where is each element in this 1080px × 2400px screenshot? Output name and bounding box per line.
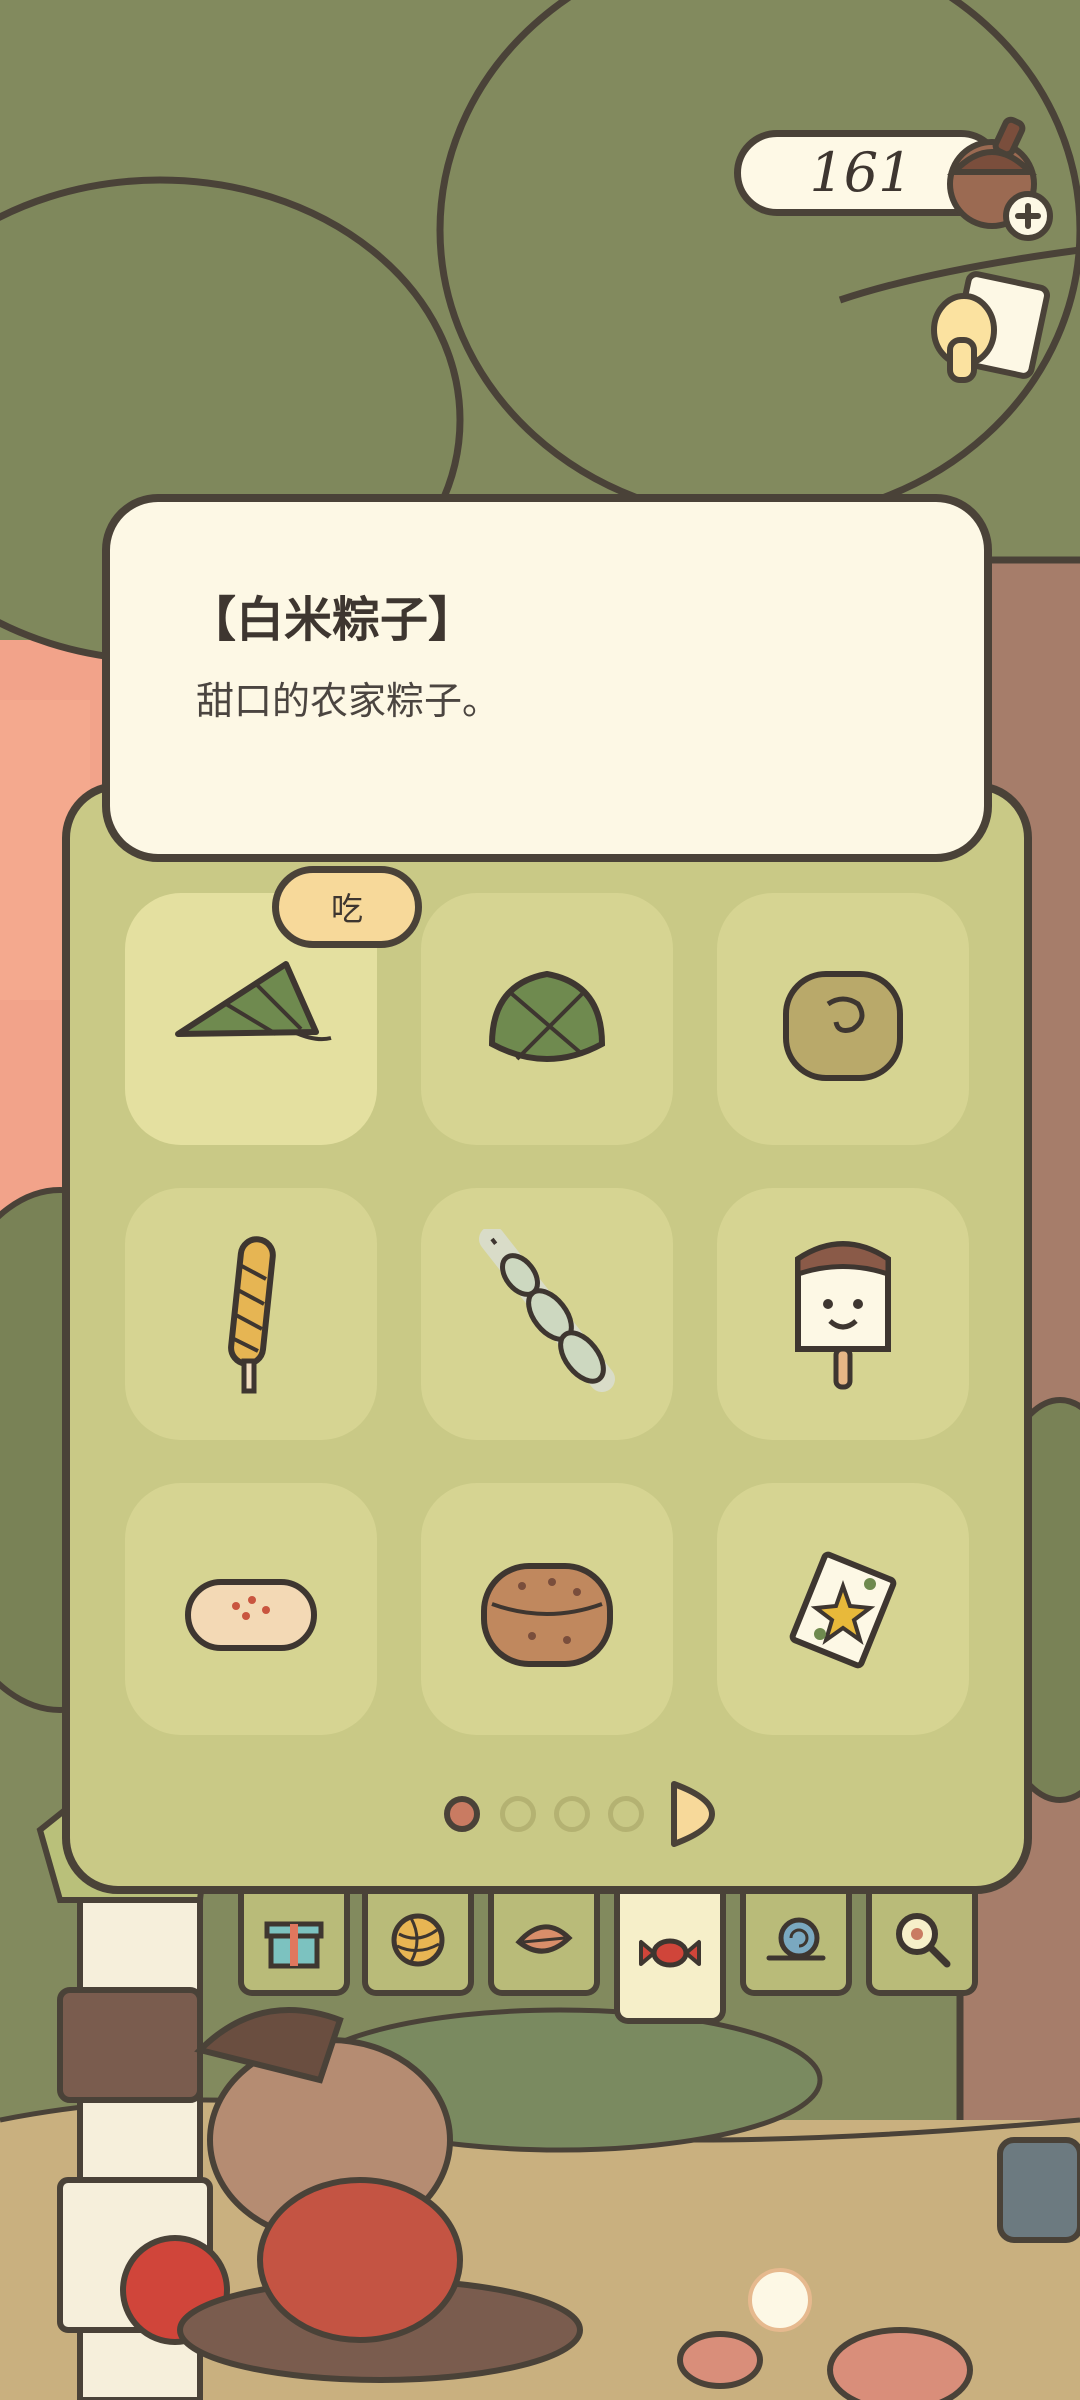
candy-icon (639, 1938, 701, 1968)
gift-icon (264, 1921, 324, 1969)
item-slot-candy-pack[interactable] (717, 1483, 969, 1735)
tab-gift[interactable] (238, 1888, 350, 1996)
zongzi-round-icon (488, 970, 606, 1062)
eat-button[interactable]: 吃 (272, 866, 422, 948)
pastry-icon (185, 1579, 317, 1651)
page-dot-3[interactable] (554, 1796, 590, 1832)
tab-snail[interactable] (740, 1888, 852, 1996)
dango-skewer-icon (479, 1229, 615, 1392)
twisted-stick-icon (228, 1236, 276, 1394)
item-slot-mooncake[interactable] (717, 893, 969, 1145)
tab-yarn[interactable] (362, 1888, 474, 1996)
zongzi-triangle-icon (175, 961, 332, 1042)
yarn-icon (391, 1913, 445, 1967)
page-dot-1[interactable] (444, 1796, 480, 1832)
tab-candy[interactable] (614, 1888, 726, 2024)
snail-icon (766, 1917, 826, 1961)
item-slot-biscuit[interactable] (421, 1483, 673, 1735)
item-slot-leaf-wrapped-zongzi[interactable] (421, 893, 673, 1145)
item-title: 【白米粽子】 (188, 592, 477, 648)
page-dot-4[interactable] (608, 1796, 644, 1832)
candy-pack-icon (789, 1551, 897, 1669)
item-slot-smiley-popsicle[interactable] (717, 1188, 969, 1440)
popsicle-icon (795, 1241, 891, 1390)
item-slot-pastry[interactable] (125, 1483, 377, 1735)
letter-icon[interactable] (920, 270, 1060, 390)
tab-magnifier[interactable] (866, 1888, 978, 1996)
page-dot-2[interactable] (500, 1796, 536, 1832)
magnifier-icon (896, 1913, 951, 1968)
item-slot-green-dango[interactable] (421, 1188, 673, 1440)
tab-leaf[interactable] (488, 1888, 600, 1996)
next-page-arrow-icon[interactable] (668, 1778, 716, 1850)
mooncake-icon (783, 971, 903, 1081)
acorn-add-icon[interactable] (940, 112, 1060, 242)
item-description: 甜口的农家粽子。 (196, 679, 501, 723)
acorn-count: 161 (809, 141, 913, 204)
biscuit-icon (481, 1563, 613, 1667)
leaf-icon (515, 1924, 573, 1954)
item-slot-twisted-dough-stick[interactable] (125, 1188, 377, 1440)
item-description-bubble: 【白米粽子】 甜口的农家粽子。 (102, 494, 992, 862)
